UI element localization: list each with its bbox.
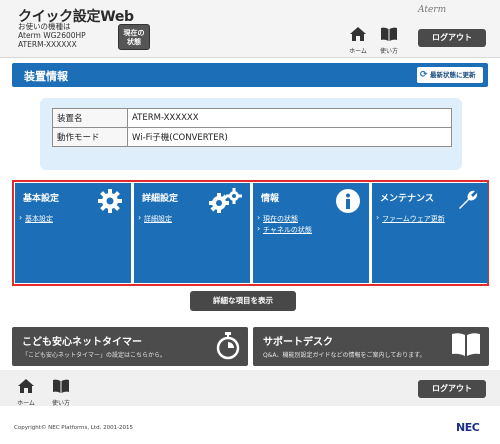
book-icon xyxy=(381,27,397,41)
book-icon xyxy=(53,379,69,393)
current-status-link[interactable]: 現在の状態 xyxy=(257,213,298,224)
banner-subtitle: Q&A、機能別設定ガイドなどの情報をご案内しております。 xyxy=(263,352,426,359)
device-info-title: 装置情報 xyxy=(24,70,68,83)
show-details-button[interactable]: 詳細な項目を表示 xyxy=(190,291,296,311)
device-name: ATERM-XXXXXX xyxy=(18,40,77,49)
table-row: 動作モード Wi-Fi子機(CONVERTER) xyxy=(52,127,452,147)
current-status-button[interactable]: 現在の 状態 xyxy=(118,24,150,50)
banner-subtitle: 「こども安心ネットタイマー」の設定はこちらから。 xyxy=(22,352,167,359)
advanced-settings-link[interactable]: 詳細設定 xyxy=(138,213,172,224)
footer-help-button[interactable]: 使い方 xyxy=(50,378,72,407)
device-caption: お使いの機種は xyxy=(18,22,71,31)
logout-button[interactable]: ログアウト xyxy=(418,29,486,47)
device-model: Aterm WG2600HP xyxy=(18,31,86,40)
firmware-update-link[interactable]: ファームウェア更新 xyxy=(376,213,445,224)
status-button-line1: 現在の xyxy=(123,29,145,37)
header-bar: クイック設定Web お使いの機種は Aterm WG2600HP ATERM-X… xyxy=(0,0,500,58)
basic-settings-link[interactable]: 基本設定 xyxy=(19,213,53,224)
kids-net-timer-banner[interactable]: こども安心ネットタイマー 「こども安心ネットタイマー」の設定はこちらから。 xyxy=(12,327,248,366)
home-label: ホーム xyxy=(349,48,367,55)
tile-title: 情報 xyxy=(261,194,280,204)
home-icon xyxy=(350,27,366,41)
tile-title: メンテナンス xyxy=(380,194,434,204)
gears-icon xyxy=(209,188,242,213)
banner-title: こども安心ネットタイマー xyxy=(22,337,142,348)
book-icon xyxy=(452,333,480,356)
support-desk-banner[interactable]: サポートデスク Q&A、機能別設定ガイドなどの情報をご案内しております。 xyxy=(253,327,489,366)
wrench-icon xyxy=(459,190,478,209)
copyright-text: Copyright© NEC Platforms, Ltd. 2001-2015 xyxy=(14,425,134,431)
operation-mode-key: 動作モード xyxy=(52,127,128,147)
banner-title: サポートデスク xyxy=(263,337,333,348)
footer-help-label: 使い方 xyxy=(51,400,70,407)
device-name-value: ATERM-XXXXXX xyxy=(127,108,452,128)
home-icon xyxy=(18,379,34,393)
status-button-line2: 状態 xyxy=(127,38,141,46)
aterm-brand-logo: Aterm xyxy=(418,5,447,15)
help-nav-button[interactable]: 使い方 xyxy=(378,26,400,55)
info-icon xyxy=(336,189,360,213)
home-nav-button[interactable]: ホーム xyxy=(348,26,368,55)
tile-information[interactable]: 情報 現在の状態 チャネルの状態 xyxy=(253,183,369,283)
nec-logo: NEC xyxy=(456,421,480,434)
gear-icon xyxy=(98,189,122,213)
refresh-icon: ⟳ xyxy=(420,70,428,80)
refresh-status-button[interactable]: ⟳ 最新状態に更新 xyxy=(417,67,483,83)
tile-title: 詳細設定 xyxy=(142,194,179,204)
tile-maintenance[interactable]: メンテナンス ファームウェア更新 xyxy=(372,183,488,283)
footer-home-button[interactable]: ホーム xyxy=(16,378,36,407)
help-label: 使い方 xyxy=(379,48,398,55)
tile-advanced-settings[interactable]: 詳細設定 詳細設定 xyxy=(134,183,250,283)
tile-title: 基本設定 xyxy=(23,194,60,204)
footer-home-label: ホーム xyxy=(17,400,35,407)
tile-basic-settings[interactable]: 基本設定 基本設定 xyxy=(15,183,131,283)
stopwatch-icon xyxy=(216,332,240,360)
device-info: お使いの機種は Aterm WG2600HP ATERM-XXXXXX xyxy=(18,22,86,49)
footer-logout-button[interactable]: ログアウト xyxy=(418,380,486,398)
table-row: 装置名 ATERM-XXXXXX xyxy=(52,108,452,128)
device-name-key: 装置名 xyxy=(52,108,128,128)
channel-status-link[interactable]: チャネルの状態 xyxy=(257,224,312,235)
operation-mode-value: Wi-Fi子機(CONVERTER) xyxy=(127,127,452,147)
refresh-label: 最新状態に更新 xyxy=(430,71,476,79)
device-info-table: 装置名 ATERM-XXXXXX 動作モード Wi-Fi子機(CONVERTER… xyxy=(52,108,452,147)
device-info-title-bar: 装置情報 ⟳ 最新状態に更新 xyxy=(12,63,488,87)
